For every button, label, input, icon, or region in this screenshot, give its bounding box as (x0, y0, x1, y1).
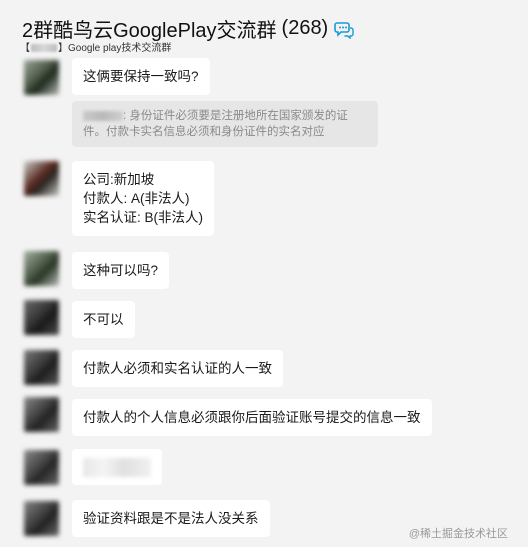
message-text: 付款人的个人信息必须跟你后面验证账号提交的信息一致 (83, 410, 421, 425)
subtitle-bracket: 【 (20, 43, 30, 54)
message-text: 不可以 (83, 312, 124, 327)
message-bubble[interactable] (72, 449, 162, 485)
message-bubble[interactable]: 验证资料跟是不是法人没关系 (72, 500, 270, 537)
message-text: 实名认证: B(非法人) (83, 210, 203, 225)
message-bubble[interactable]: 公司:新加坡 付款人: A(非法人) 实名认证: B(非法人) (72, 161, 214, 236)
avatar[interactable] (24, 251, 59, 286)
subtitle-text: Google play技术交流群 (68, 43, 172, 54)
redacted-text (31, 44, 57, 53)
message-text: 公司:新加坡 (83, 172, 155, 187)
chat-bubbles-icon[interactable] (334, 19, 354, 39)
system-message: : 身份证件必须要是注册地所在国家颁发的证件。付款卡实名信息必须和身份证件的实名… (72, 101, 378, 147)
message-text: 付款人: A(非法人) (83, 191, 190, 206)
avatar[interactable] (24, 501, 59, 536)
group-subtitle: 【】Google play技术交流群 (20, 43, 172, 54)
chat-header: 2群酷鸟云GooglePlay交流群 (268) 【】Google play技术… (0, 0, 528, 58)
avatar[interactable] (24, 60, 59, 95)
message-text: 这俩要保持一致吗? (83, 69, 199, 84)
avatar[interactable] (24, 350, 59, 385)
avatar[interactable] (24, 161, 59, 196)
redacted-content (83, 457, 151, 477)
message-text: 付款人必须和实名认证的人一致 (83, 361, 272, 376)
message-bubble[interactable]: 付款人必须和实名认证的人一致 (72, 350, 283, 387)
avatar[interactable] (24, 397, 59, 432)
avatar[interactable] (24, 450, 59, 485)
message-bubble[interactable]: 付款人的个人信息必须跟你后面验证账号提交的信息一致 (72, 399, 432, 436)
message-list[interactable]: 这俩要保持一致吗? : 身份证件必须要是注册地所在国家颁发的证件。付款卡实名信息… (0, 58, 528, 547)
message-text: 验证资料跟是不是法人没关系 (83, 511, 259, 526)
message-bubble[interactable]: 这种可以吗? (72, 252, 170, 289)
redacted-name (83, 110, 123, 121)
message-bubble[interactable]: 这俩要保持一致吗? (72, 58, 210, 95)
member-count[interactable]: (268) (282, 17, 329, 40)
avatar[interactable] (24, 300, 59, 335)
watermark: @稀土掘金技术社区 (408, 528, 508, 540)
message-text: 这种可以吗? (83, 263, 159, 278)
message-bubble[interactable]: 不可以 (72, 301, 135, 338)
